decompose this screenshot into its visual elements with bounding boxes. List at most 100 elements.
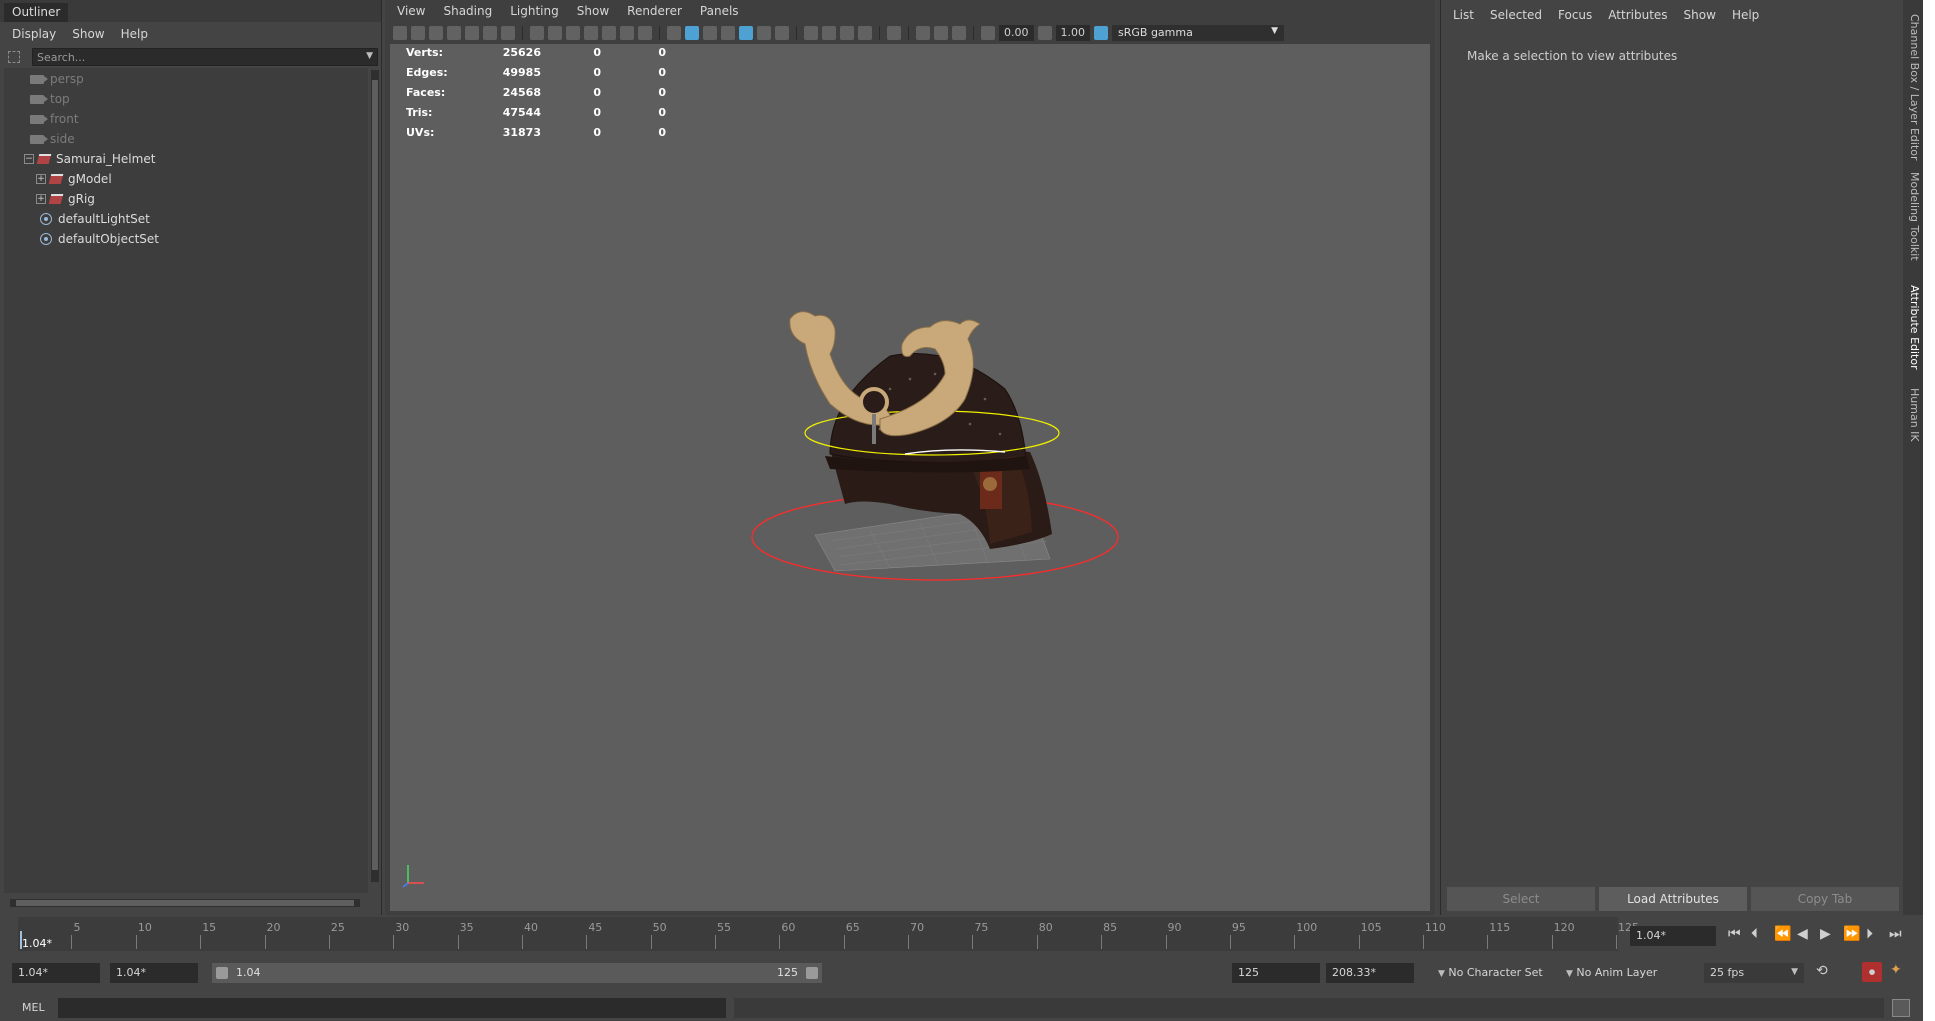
outliner-menu-help[interactable]: Help xyxy=(121,27,148,41)
xray-icon[interactable] xyxy=(739,26,753,40)
fps-dropdown[interactable]: 25 fps ▼ xyxy=(1704,963,1804,983)
outliner-vertical-scrollbar[interactable] xyxy=(371,70,379,882)
time-slider-track[interactable]: 1.04* 5 10 15 20 25 30 35 40 45 50 55 60 65 70 75 80 85 9… xyxy=(18,917,1639,951)
viewport-menu-view[interactable]: View xyxy=(397,4,425,18)
helmet-model[interactable] xyxy=(390,44,1430,911)
resolution-gate-icon[interactable] xyxy=(566,26,580,40)
step-back-frame-icon[interactable]: ⏴ xyxy=(1751,926,1758,942)
viewport-menu-show[interactable]: Show xyxy=(577,4,609,18)
tab-attribute-editor[interactable]: Attribute Editor xyxy=(1905,285,1921,370)
gamma-field[interactable]: 1.00 xyxy=(1055,25,1090,41)
tree-item-samurai-helmet[interactable]: − Samurai_Helmet xyxy=(24,150,155,168)
grease-pencil-icon[interactable] xyxy=(465,26,479,40)
color-space-dropdown[interactable]: sRGB gamma ▼ xyxy=(1112,25,1284,41)
go-to-start-icon[interactable]: ⏮ xyxy=(1728,926,1741,942)
color-management-icon[interactable] xyxy=(1094,26,1108,40)
shadows-icon[interactable] xyxy=(775,26,789,40)
go-to-end-icon[interactable]: ⏭ xyxy=(1889,926,1902,942)
expand-icon[interactable]: + xyxy=(36,174,46,184)
use-all-lights-icon[interactable] xyxy=(757,26,771,40)
load-attributes-button[interactable]: Load Attributes xyxy=(1599,887,1747,911)
2d-pan-zoom-icon[interactable] xyxy=(483,26,497,40)
character-set-dropdown[interactable]: ▼ No Character Set xyxy=(1432,963,1552,983)
attr-menu-show[interactable]: Show xyxy=(1684,8,1716,22)
smooth-shade-icon[interactable] xyxy=(685,26,699,40)
current-frame-field[interactable]: 1.04* xyxy=(1630,926,1716,946)
attr-menu-attributes[interactable]: Attributes xyxy=(1608,8,1667,22)
anti-aliasing-icon[interactable] xyxy=(840,26,854,40)
scroll-thumb[interactable] xyxy=(16,900,354,906)
tree-item-defaultlightset[interactable]: defaultLightSet xyxy=(40,210,150,228)
wireframe-on-shaded-icon[interactable] xyxy=(703,26,717,40)
command-input[interactable] xyxy=(58,998,726,1018)
playback-end-field[interactable]: 125 xyxy=(1232,963,1320,983)
outliner-tab[interactable]: Outliner xyxy=(4,3,69,22)
expand-icon[interactable]: + xyxy=(36,194,46,204)
tab-human-ik[interactable]: Human IK xyxy=(1905,388,1921,442)
step-forward-frame-icon[interactable]: ⏵ xyxy=(1866,926,1873,942)
play-backwards-icon[interactable]: ◀ xyxy=(1797,926,1808,942)
gate-mask-icon[interactable] xyxy=(584,26,598,40)
tree-item-defaultobjectset[interactable]: defaultObjectSet xyxy=(40,230,159,248)
tree-item-gmodel[interactable]: + gModel xyxy=(36,170,112,188)
tree-item-top[interactable]: top xyxy=(30,90,70,108)
viewport-menu-lighting[interactable]: Lighting xyxy=(510,4,559,18)
attr-menu-selected[interactable]: Selected xyxy=(1490,8,1542,22)
isolate-select-icon[interactable] xyxy=(887,26,901,40)
loop-icon[interactable]: ⟲ xyxy=(1816,963,1828,979)
tab-modeling-toolkit[interactable]: Modeling Toolkit xyxy=(1905,172,1921,261)
tree-item-grig[interactable]: + gRig xyxy=(36,190,95,208)
film-gate-icon[interactable] xyxy=(548,26,562,40)
image-plane-icon[interactable] xyxy=(447,26,461,40)
field-chart-icon[interactable] xyxy=(602,26,616,40)
motion-blur-icon[interactable] xyxy=(822,26,836,40)
attr-menu-help[interactable]: Help xyxy=(1732,8,1759,22)
outliner-horizontal-scrollbar[interactable] xyxy=(10,899,360,907)
range-bar[interactable]: 1.04 125 xyxy=(212,963,822,983)
safe-action-icon[interactable] xyxy=(620,26,634,40)
animation-end-field[interactable]: 208.33* xyxy=(1326,963,1414,983)
range-start-handle[interactable] xyxy=(216,967,228,979)
exposure-icon[interactable] xyxy=(981,26,995,40)
grid-icon[interactable] xyxy=(530,26,544,40)
select-button[interactable]: Select xyxy=(1447,887,1595,911)
auto-key-icon[interactable]: ⏺ xyxy=(1862,962,1882,982)
tree-item-persp[interactable]: persp xyxy=(30,70,84,88)
attr-menu-focus[interactable]: Focus xyxy=(1558,8,1592,22)
anim-layer-dropdown[interactable]: ▼ No Anim Layer xyxy=(1560,963,1680,983)
step-back-key-icon[interactable]: ⏪ xyxy=(1774,926,1791,942)
textured-icon[interactable] xyxy=(721,26,735,40)
camera-select-icon[interactable] xyxy=(393,26,407,40)
outliner-menu-display[interactable]: Display xyxy=(12,27,56,41)
viewport-scene[interactable]: Verts: 25626 0 0 Edges: 49985 0 0 Faces:… xyxy=(390,44,1430,911)
xray-joints-icon[interactable] xyxy=(916,26,930,40)
collapse-icon[interactable]: − xyxy=(24,154,34,164)
playback-start-field[interactable]: 1.04* xyxy=(110,963,198,983)
scroll-thumb[interactable] xyxy=(372,80,378,870)
tree-item-side[interactable]: side xyxy=(30,130,75,148)
gamma-icon[interactable] xyxy=(1037,26,1052,40)
viewport-menu-renderer[interactable]: Renderer xyxy=(627,4,682,18)
chevron-down-icon[interactable]: ▼ xyxy=(366,51,373,61)
viewport-menu-panels[interactable]: Panels xyxy=(700,4,739,18)
bookmark-icon[interactable] xyxy=(429,26,443,40)
outliner-menu-show[interactable]: Show xyxy=(72,27,104,41)
range-end-handle[interactable] xyxy=(806,967,818,979)
wireframe-icon[interactable] xyxy=(667,26,681,40)
camera-attributes-icon[interactable] xyxy=(411,26,425,40)
animation-start-field[interactable]: 1.04* xyxy=(12,963,100,983)
tree-item-front[interactable]: front xyxy=(30,110,79,128)
select-filter-icon[interactable] xyxy=(8,51,20,63)
safe-title-icon[interactable] xyxy=(638,26,652,40)
outliner-search-input[interactable]: Search... ▼ xyxy=(32,48,378,66)
viewport-menu-shading[interactable]: Shading xyxy=(443,4,492,18)
exposure-field[interactable]: 0.00 xyxy=(999,25,1034,41)
tab-channel-box[interactable]: Channel Box / Layer Editor xyxy=(1905,14,1921,161)
backface-culling-icon[interactable] xyxy=(952,26,966,40)
animation-preferences-icon[interactable]: ✦ xyxy=(1890,962,1902,978)
copy-tab-button[interactable]: Copy Tab xyxy=(1751,887,1899,911)
pencil-icon[interactable] xyxy=(501,26,515,40)
depth-of-field-icon[interactable] xyxy=(858,26,872,40)
script-editor-icon[interactable] xyxy=(1892,999,1910,1017)
step-forward-key-icon[interactable]: ⏩ xyxy=(1843,926,1860,942)
